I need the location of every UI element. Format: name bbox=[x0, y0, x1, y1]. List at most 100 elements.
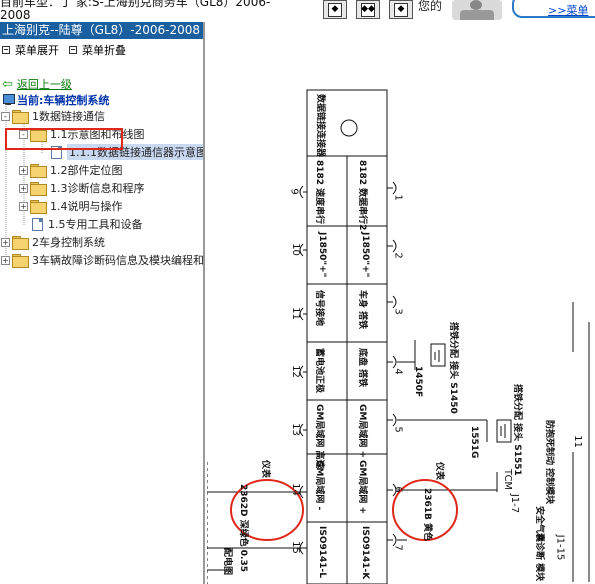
pin-number: 9 bbox=[288, 188, 300, 195]
ground-splice: 搭铁分配 接头 S1551 bbox=[512, 384, 522, 476]
pin-number: 7 bbox=[392, 544, 404, 551]
tree-item-description[interactable]: + 1.4说明与操作 bbox=[19, 198, 123, 214]
collapse-all-button[interactable]: 菜单折叠 bbox=[69, 42, 126, 58]
tree-item-body-control[interactable]: + 2车身控制系统 bbox=[1, 234, 105, 250]
ground-circuit: 1450F bbox=[413, 366, 423, 398]
collapse-all-label: 菜单折叠 bbox=[82, 44, 126, 57]
connector-label-right: 8182 数据串行2 bbox=[357, 160, 367, 231]
expand-toggle[interactable]: + bbox=[1, 237, 10, 247]
tcm-label: TCM bbox=[502, 468, 514, 491]
module-pin: J1-15 bbox=[554, 534, 566, 561]
tree-item-label: 1.4说明与操作 bbox=[50, 200, 123, 213]
connector-title: 数据链接连接器 bbox=[315, 94, 325, 158]
folder-icon bbox=[30, 164, 47, 178]
pin-number: 3 bbox=[392, 308, 404, 315]
expand-icon bbox=[2, 46, 10, 54]
pin-number: 4 bbox=[392, 368, 404, 375]
wiring-diagram: 数据链接连接器 8182 速度串行 J1850"+" 信号接地 蓄电池正极 GM… bbox=[207, 22, 595, 584]
user-label: 您的 bbox=[418, 0, 443, 13]
wire-tag-left: 仪表 bbox=[260, 460, 270, 479]
more-menu-label: >>菜单 bbox=[548, 4, 589, 17]
pin-number: 1 bbox=[392, 194, 404, 201]
vehicle-year: 2008 bbox=[0, 8, 31, 22]
connector-label-right: 底盘 搭铁 bbox=[357, 348, 367, 388]
expand-all-label: 菜单展开 bbox=[15, 44, 59, 57]
connector-label-left: ISO9141-L bbox=[317, 526, 327, 579]
folder-icon bbox=[12, 254, 29, 268]
pin-number: 6 bbox=[392, 486, 404, 493]
user-figure-icon bbox=[452, 0, 502, 20]
wire-tag-right: 仪表 bbox=[434, 462, 444, 481]
split-icon: ◆◆ bbox=[361, 2, 375, 17]
prev-icon: ◆ bbox=[328, 2, 342, 17]
tree-item-label: 2车身控制系统 bbox=[32, 236, 105, 249]
wire-label-right: 2361B 黄色 bbox=[422, 488, 432, 542]
pin-number: 15 bbox=[289, 541, 301, 554]
connector-label-left: 信号接地 bbox=[314, 290, 324, 327]
tree-item-diagnostics[interactable]: + 1.3诊断信息和程序 bbox=[19, 180, 145, 196]
collapse-icon bbox=[69, 46, 77, 54]
connector-label-left: 8182 速度串行 bbox=[314, 160, 324, 225]
tree-item-label: 1.5专用工具和设备 bbox=[48, 218, 143, 231]
collapse-toggle[interactable]: - bbox=[1, 111, 10, 121]
pin-number: 5 bbox=[392, 426, 404, 433]
diagram-lines bbox=[207, 89, 590, 584]
pin-number: 12 bbox=[289, 365, 301, 378]
folder-icon bbox=[30, 182, 47, 196]
connector-label-right: GM局域网 + bbox=[357, 404, 367, 459]
back-link[interactable]: ⇦ 返回上一级 bbox=[2, 76, 72, 92]
connector-label-right: GM局域网 + bbox=[357, 460, 367, 515]
tree-panel: 上海别克--陆尊（GL8）-2006-2008 菜单展开 菜单折叠 ⇦ 返回上一级… bbox=[0, 22, 205, 584]
expand-toggle[interactable]: + bbox=[19, 201, 28, 211]
module-pin-number: 11 bbox=[571, 435, 583, 448]
connector-label-right: 车身 搭铁 bbox=[357, 290, 367, 330]
expand-toggle[interactable]: + bbox=[1, 255, 10, 265]
computer-icon bbox=[2, 94, 15, 106]
current-location: 当前:车辆控制系统 bbox=[2, 92, 109, 108]
pin-number: 10 bbox=[289, 243, 301, 256]
connector-label-left: GM局域网 高速 bbox=[314, 404, 324, 469]
folder-icon bbox=[12, 236, 29, 250]
nav-prev-button[interactable]: ◆ bbox=[323, 0, 347, 19]
tree-item-locations[interactable]: + 1.2部件定位图 bbox=[19, 162, 123, 178]
tree-item-label: 1数据链接通信 bbox=[32, 110, 105, 123]
nav-split-button[interactable]: ◆◆ bbox=[356, 0, 380, 19]
connector-label-right: ISO9141-K bbox=[360, 526, 370, 580]
expand-toggle[interactable]: + bbox=[19, 183, 28, 193]
pin-number: 14 bbox=[289, 483, 301, 496]
expand-all-button[interactable]: 菜单展开 bbox=[2, 42, 59, 58]
ground-circuit: 1551G bbox=[469, 426, 479, 459]
tree-item-dtc-info[interactable]: + 3车辆故障诊断码信息及模块编程和 bbox=[1, 252, 204, 268]
folder-icon bbox=[12, 110, 29, 124]
power-distribution-tag: 配电图 bbox=[222, 548, 232, 576]
ground-splice: 搭铁分配 接头 S1450 bbox=[448, 322, 458, 414]
more-menu-button[interactable]: >>菜单 bbox=[512, 0, 595, 18]
wire-label-left: 2362D 深绿色 0.35 bbox=[238, 484, 248, 572]
expand-toggle[interactable]: + bbox=[19, 165, 28, 175]
top-bar: 目前车型：丁 家:S-上海别克商务车（GL8）2006- 2008 ◆ ◆◆ ◆… bbox=[0, 0, 595, 22]
folder-icon bbox=[30, 200, 47, 214]
tree-item-label: 1.2部件定位图 bbox=[50, 164, 123, 177]
tree-title: 上海别克--陆尊（GL8）-2006-2008 bbox=[0, 22, 203, 39]
tree-toolbar: 菜单展开 菜单折叠 bbox=[0, 39, 203, 61]
abs-module-label: 防抱死制动 控制模块 bbox=[544, 420, 554, 505]
tree-item-label: 3车辆故障诊断码信息及模块编程和 bbox=[32, 254, 204, 267]
connector-label-left: J1850"+" bbox=[317, 232, 327, 278]
document-icon bbox=[32, 217, 43, 231]
back-label: 返回上一级 bbox=[16, 78, 72, 91]
tcm-pin: J1-7 bbox=[509, 493, 521, 514]
connector-label-left: 蓄电池正极 bbox=[314, 348, 324, 394]
nav-next-button[interactable]: ◆ bbox=[389, 0, 413, 19]
tree-item-tools[interactable]: 1.5专用工具和设备 bbox=[32, 216, 143, 232]
tree-item-data-link[interactable]: - 1数据链接通信 bbox=[1, 108, 105, 124]
highlight-box bbox=[5, 128, 123, 150]
sdm-module-label: 安全气囊诊断 模块 bbox=[534, 506, 544, 582]
next-icon: ◆ bbox=[394, 2, 408, 17]
tree-item-label: 1.3诊断信息和程序 bbox=[50, 182, 145, 195]
vehicle-info: 目前车型：丁 家:S-上海别克商务车（GL8）2006- bbox=[0, 0, 271, 9]
connector-label-right: J1850"+" bbox=[360, 232, 370, 278]
pin-number: 11 bbox=[289, 307, 301, 320]
pin-number: 13 bbox=[289, 423, 301, 436]
pin-number: 2 bbox=[392, 252, 404, 259]
connector-label-left: GM局域网 - bbox=[314, 460, 324, 511]
